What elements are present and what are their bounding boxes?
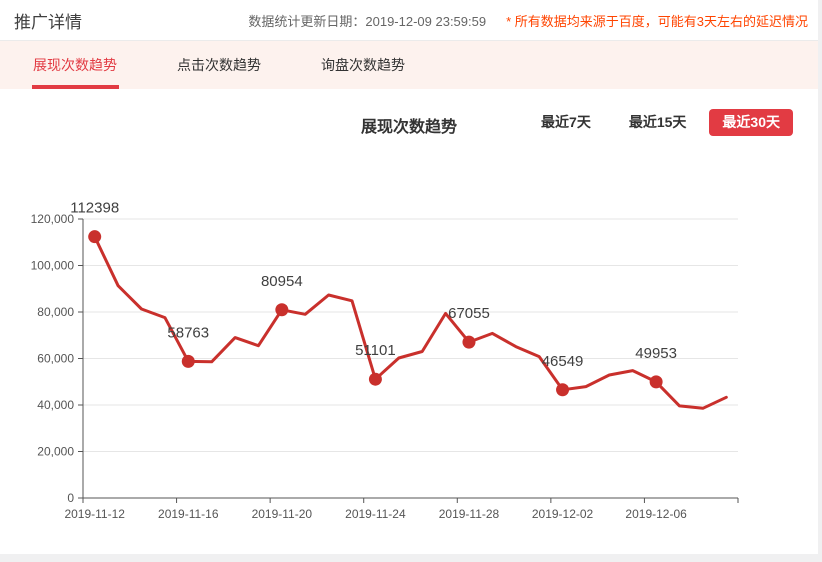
active-tab-underline — [32, 85, 119, 89]
svg-text:120,000: 120,000 — [31, 212, 75, 226]
svg-text:0: 0 — [67, 491, 74, 505]
update-date: 数据统计更新日期：2019-12-09 23:59:59 — [248, 11, 486, 30]
svg-text:60,000: 60,000 — [37, 352, 74, 366]
svg-text:112398: 112398 — [70, 200, 119, 217]
tab-inquiries-label: 询盘次数趋势 — [321, 55, 405, 75]
tab-clicks-label: 点击次数趋势 — [177, 55, 261, 75]
trend-line-chart-svg: 0 20,000 40,000 60,000 80,000 100,000 120,000 2… — [0, 130, 818, 554]
svg-text:2019-11-20: 2019-11-20 — [252, 507, 313, 521]
tab-clicks-trend[interactable]: 点击次数趋势 — [177, 41, 261, 89]
delay-notice: * 所有数据均来源于百度，可能有3天左右的延迟情况 — [506, 11, 808, 30]
svg-text:80954: 80954 — [261, 273, 303, 290]
svg-text:67055: 67055 — [448, 305, 490, 322]
svg-text:2019-11-24: 2019-11-24 — [345, 507, 406, 521]
svg-text:58763: 58763 — [167, 324, 209, 341]
svg-text:20,000: 20,000 — [37, 445, 74, 459]
promotion-detail-card: 推广详情 数据统计更新日期：2019-12-09 23:59:59 * 所有数据… — [0, 0, 818, 554]
svg-text:49953: 49953 — [635, 345, 677, 362]
svg-text:51101: 51101 — [355, 342, 396, 359]
svg-text:2019-11-16: 2019-11-16 — [158, 507, 219, 521]
svg-text:2019-11-28: 2019-11-28 — [439, 507, 500, 521]
tab-impressions-trend[interactable]: 展现次数趋势 — [33, 41, 117, 89]
svg-text:100,000: 100,000 — [31, 259, 75, 273]
svg-text:80,000: 80,000 — [37, 305, 74, 319]
svg-text:40,000: 40,000 — [37, 398, 74, 412]
tab-inquiries-trend[interactable]: 询盘次数趋势 — [321, 41, 405, 89]
svg-text:2019-12-02: 2019-12-02 — [532, 507, 594, 521]
impressions-trend-chart: 0 20,000 40,000 60,000 80,000 100,000 120,000 2… — [0, 130, 818, 554]
tab-impressions-label: 展现次数趋势 — [33, 55, 117, 75]
trend-tab-bar: 展现次数趋势 点击次数趋势 询盘次数趋势 — [0, 41, 818, 89]
svg-text:2019-12-06: 2019-12-06 — [625, 507, 687, 521]
svg-text:46549: 46549 — [542, 353, 584, 370]
page-title: 推广详情 — [14, 8, 82, 33]
page-header: 推广详情 数据统计更新日期：2019-12-09 23:59:59 * 所有数据… — [0, 0, 818, 41]
svg-text:2019-11-12: 2019-11-12 — [64, 507, 125, 521]
